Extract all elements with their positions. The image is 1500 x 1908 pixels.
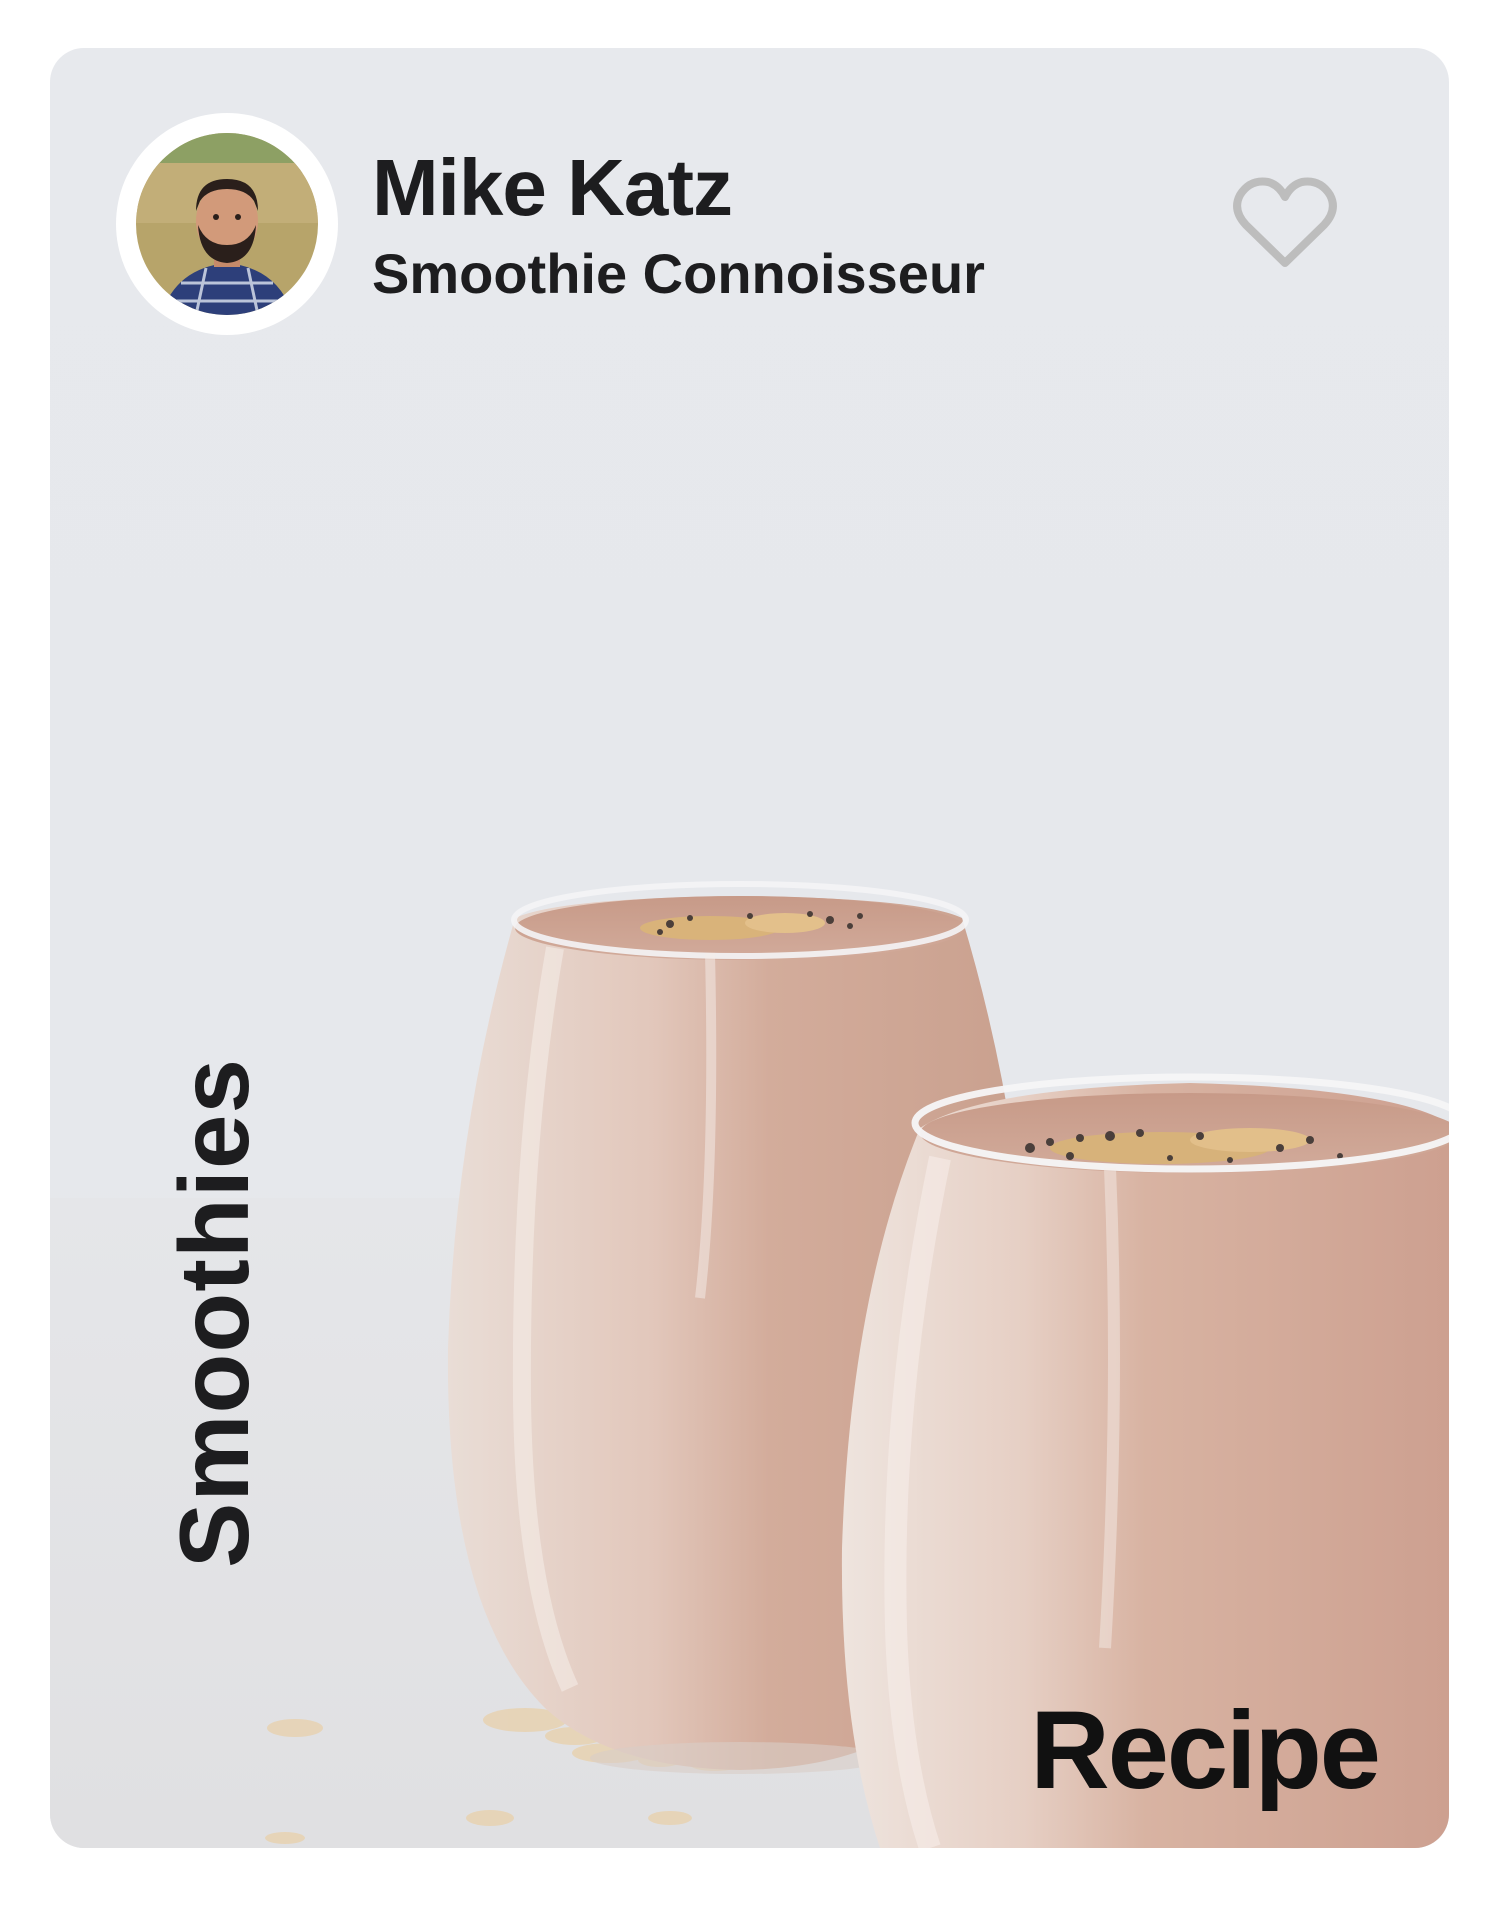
favorite-button[interactable] xyxy=(1230,173,1340,273)
author-name: Mike Katz xyxy=(372,143,733,232)
avatar[interactable] xyxy=(116,113,338,335)
recipe-card[interactable]: Mike Katz Smoothie Connoisseur Smoothies… xyxy=(50,48,1449,1848)
category-label: Smoothies xyxy=(159,1058,269,1568)
author-photo xyxy=(136,133,318,315)
type-label: Recipe xyxy=(1030,1689,1381,1812)
author-role: Smoothie Connoisseur xyxy=(372,242,985,305)
heart-outline-icon xyxy=(1233,177,1337,267)
